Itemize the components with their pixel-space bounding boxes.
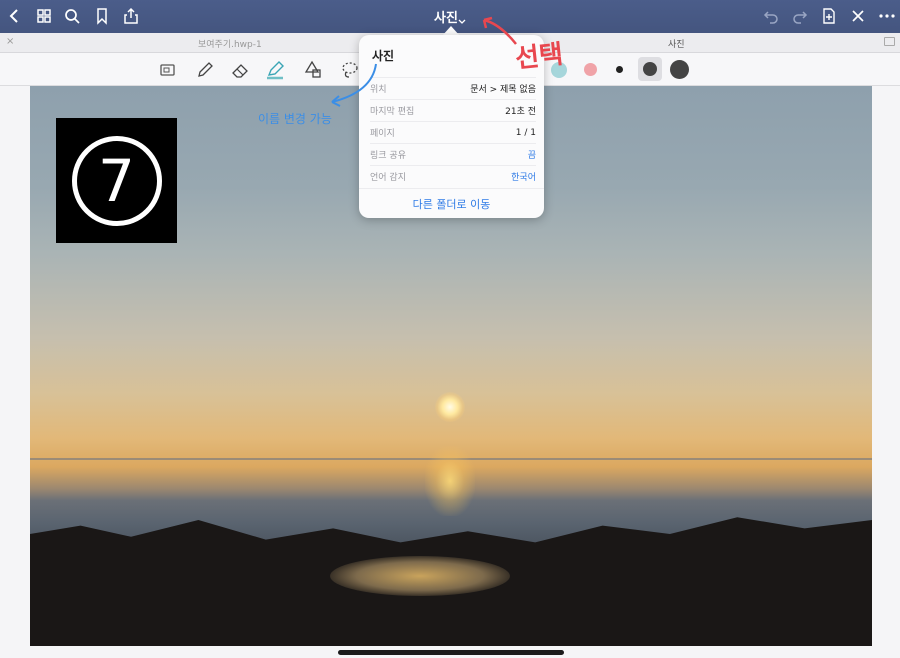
info-row-link-share[interactable]: 링크 공유 끔 <box>370 143 536 165</box>
tide-pool <box>330 556 510 596</box>
color-swatch-pink[interactable] <box>584 63 597 76</box>
redo-icon[interactable] <box>789 5 811 27</box>
document-title[interactable]: 사진 <box>434 7 458 26</box>
info-value: 1 / 1 <box>515 127 536 138</box>
info-key: 위치 <box>370 85 387 95</box>
info-row-last-edit: 마지막 편집 21초 전 <box>370 99 536 121</box>
eraser-icon[interactable] <box>229 59 251 81</box>
more-icon[interactable] <box>876 5 898 27</box>
size-small-dot[interactable] <box>616 66 623 73</box>
tab-photo[interactable]: 사진 <box>668 37 685 50</box>
popover-title[interactable]: 사진 <box>372 47 394 64</box>
step-number: 7 <box>71 135 162 226</box>
highlighter-icon[interactable] <box>264 59 286 81</box>
info-list: 위치 문서 > 제목 없음 마지막 편집 21초 전 페이지 1 / 1 링크 … <box>370 77 536 187</box>
info-row-page: 페이지 1 / 1 <box>370 121 536 143</box>
info-row-language[interactable]: 언어 감지 한국어 <box>370 165 536 187</box>
info-row-location[interactable]: 위치 문서 > 제목 없음 <box>370 77 536 99</box>
search-icon[interactable] <box>61 5 83 27</box>
lasso-icon[interactable] <box>339 59 361 81</box>
move-to-folder-button[interactable]: 다른 폴더로 이동 <box>359 188 544 218</box>
info-value: 21초 전 <box>505 107 536 117</box>
info-key: 링크 공유 <box>370 151 406 161</box>
pen-icon[interactable] <box>194 59 216 81</box>
grid-icon[interactable] <box>33 5 55 27</box>
link-share-toggle[interactable]: 끔 <box>528 148 536 161</box>
shapes-icon[interactable] <box>302 59 324 81</box>
add-page-icon[interactable] <box>818 5 840 27</box>
share-icon[interactable] <box>120 5 142 27</box>
document-icon[interactable] <box>157 59 179 81</box>
language-selector[interactable]: 한국어 <box>511 170 536 183</box>
tab-close-icon[interactable]: × <box>6 36 14 47</box>
bookmark-icon[interactable] <box>91 5 113 27</box>
rename-annotation: 이름 변경 가능 <box>258 112 332 126</box>
info-key: 마지막 편집 <box>370 107 415 117</box>
sun <box>435 392 465 422</box>
undo-icon[interactable] <box>760 5 782 27</box>
size-large-dot[interactable] <box>670 60 689 79</box>
step-badge: 7 <box>56 118 177 243</box>
sun-reflection <box>425 446 475 516</box>
close-icon[interactable] <box>847 5 869 27</box>
back-icon[interactable] <box>4 5 26 27</box>
info-key: 언어 감지 <box>370 173 406 183</box>
split-view-icon[interactable] <box>884 37 895 46</box>
info-value: 문서 > 제목 없음 <box>470 85 536 95</box>
info-key: 페이지 <box>370 129 395 139</box>
select-annotation: 선택 <box>513 39 565 75</box>
home-indicator[interactable] <box>338 650 564 655</box>
size-medium-selected[interactable] <box>638 57 662 81</box>
tab-document[interactable]: 보여주기.hwp-1 <box>198 37 262 50</box>
